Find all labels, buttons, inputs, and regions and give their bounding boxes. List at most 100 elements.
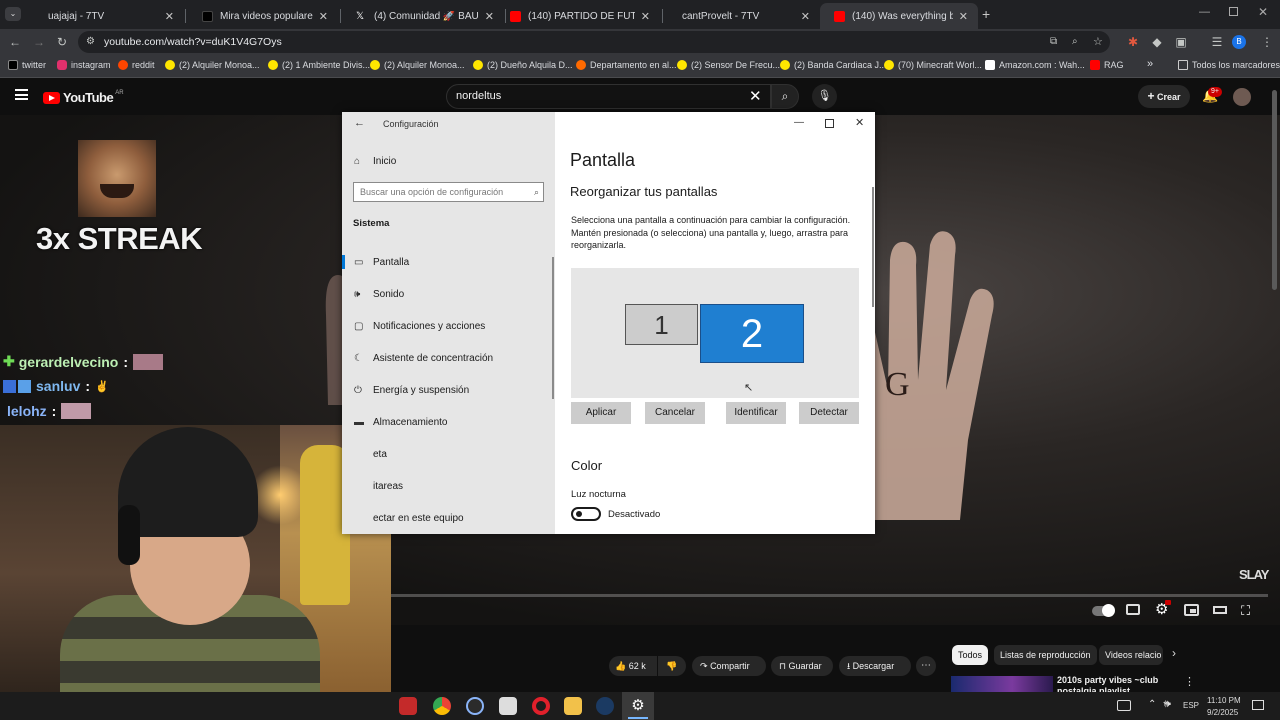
browser-tab-active[interactable]: (140) Was everything better in ✕ [820, 3, 978, 29]
chip-playlists[interactable]: Listas de reproducción [994, 645, 1097, 665]
nav-multitasking[interactable]: itareas [342, 472, 555, 500]
close-window-icon[interactable]: ✕ [855, 116, 864, 129]
close-tab-icon[interactable]: ✕ [641, 10, 650, 23]
download-button[interactable]: ⭳ Descargar [839, 656, 911, 676]
search-button[interactable]: ⌕ [771, 84, 799, 109]
notification-center-icon[interactable] [1252, 700, 1264, 710]
apply-button[interactable]: Aplicar [571, 402, 631, 424]
create-button[interactable]: + Crear [1138, 85, 1190, 108]
bookmark[interactable]: (2) 1 Ambiente Divis... [268, 60, 370, 70]
back-icon[interactable]: ← [6, 33, 24, 51]
close-tab-icon[interactable]: ✕ [165, 10, 174, 23]
cancel-button[interactable]: Cancelar [645, 402, 705, 424]
night-light-toggle[interactable] [571, 507, 601, 521]
nav-power[interactable]: ⏻ Energía y suspensión [342, 376, 555, 404]
file-explorer-icon[interactable] [564, 697, 582, 715]
bookmark[interactable]: reddit [118, 60, 155, 70]
language-indicator[interactable]: ESP [1183, 701, 1199, 710]
bookmark[interactable]: (2) Alquiler Monoa... [165, 60, 260, 70]
sidebar-scrollbar[interactable] [552, 257, 554, 399]
progress-bar[interactable] [391, 594, 1268, 597]
minimize-icon[interactable]: — [794, 117, 804, 128]
steam-icon[interactable] [596, 697, 614, 715]
detect-button[interactable]: Detectar [799, 402, 859, 424]
tab-search-button[interactable]: ⌄ [5, 7, 21, 21]
dislike-button[interactable]: 👎 [658, 656, 686, 676]
clock-time[interactable]: 11:10 PM [1207, 696, 1241, 705]
nav-display[interactable]: ▭ Pantalla [342, 248, 555, 276]
forward-icon[interactable]: → [30, 33, 48, 51]
media-control-icon[interactable]: ☰ [1208, 33, 1226, 51]
restore-icon[interactable] [1229, 7, 1238, 16]
bookmark[interactable]: Departamento en al... [576, 60, 677, 70]
fullscreen-icon[interactable]: ⛶ [1241, 603, 1250, 619]
chip-all[interactable]: Todos [952, 645, 989, 665]
nav-sound[interactable]: 🕪 Sonido [342, 280, 555, 308]
profile-avatar[interactable]: B [1232, 35, 1246, 49]
all-bookmarks[interactable]: Todos los marcadores [1178, 60, 1280, 70]
miniplayer-icon[interactable] [1184, 604, 1199, 616]
browser-tab[interactable]: cantProvelt - 7TV ✕ [668, 3, 820, 29]
settings-taskbar-icon[interactable]: ⚙ [622, 692, 654, 720]
nav-notifications[interactable]: ▢ Notificaciones y acciones [342, 312, 555, 340]
more-actions-button[interactable]: ⋯ [916, 656, 936, 676]
nav-tablet[interactable]: eta [342, 440, 555, 468]
close-tab-icon[interactable]: ✕ [801, 10, 810, 23]
zoom-icon[interactable]: ⌕ [1072, 31, 1078, 53]
nav-storage[interactable]: ▬ Almacenamiento [342, 408, 555, 436]
menu-icon[interactable] [15, 89, 28, 100]
bookmark[interactable]: Amazon.com : Wah... [985, 60, 1085, 70]
content-scrollbar[interactable] [872, 187, 874, 307]
monitor-2[interactable]: 2 [700, 304, 804, 363]
settings-search-input[interactable]: Buscar una opción de configuración ⌕ [353, 182, 544, 202]
bookmark[interactable]: (70) Minecraft Worl... [884, 60, 982, 70]
bookmark[interactable]: RAG [1090, 60, 1124, 70]
install-icon[interactable]: ⧉ [1050, 31, 1057, 53]
voice-search-icon[interactable]: 🎙 [812, 84, 837, 109]
chip-related[interactable]: Videos relacio [1099, 645, 1163, 665]
browser-tab[interactable]: Mira videos populares seleccio ✕ [188, 3, 338, 29]
reload-icon[interactable]: ↻ [53, 33, 71, 51]
clear-search-icon[interactable]: ✕ [749, 85, 762, 108]
autoplay-toggle[interactable] [1092, 604, 1115, 617]
nav-home[interactable]: ⌂ Inicio [342, 147, 555, 175]
clock-date[interactable]: 9/2/2025 [1207, 708, 1238, 717]
bookmark[interactable]: (2) Sensor De Frecu... [677, 60, 780, 70]
bookmark-star-icon[interactable]: ☆ [1093, 31, 1103, 53]
tray-app-icon[interactable] [1117, 700, 1131, 711]
bookmark[interactable]: (2) Alquiler Monoa... [370, 60, 465, 70]
opera-icon[interactable] [532, 697, 550, 715]
bookmark[interactable]: (2) Banda Cardiaca J... [780, 60, 887, 70]
bookmarks-overflow[interactable]: » [1147, 58, 1153, 70]
more-options-icon[interactable]: ⋮ [1184, 675, 1195, 688]
nav-projecting[interactable]: ectar en este equipo [342, 504, 555, 532]
recommended-title[interactable]: 2010s party vibes ~club nostalgia playli… [1057, 675, 1177, 692]
bookmark[interactable]: instagram [57, 60, 111, 70]
bookmark[interactable]: twitter [8, 60, 46, 70]
monitor-1[interactable]: 1 [625, 304, 698, 345]
display-arrangement-area[interactable]: 1 2 ↖ [571, 268, 859, 398]
minimize-icon[interactable]: — [1199, 6, 1210, 18]
recommended-thumbnail[interactable] [951, 676, 1053, 692]
search-input[interactable]: nordeltus ✕ [446, 84, 771, 109]
share-button[interactable]: ↷ Compartir [692, 656, 766, 676]
extensions-puzzle-icon[interactable]: ▣ [1172, 33, 1190, 51]
app-icon[interactable] [399, 697, 417, 715]
maximize-icon[interactable] [825, 119, 834, 128]
app-icon[interactable] [466, 697, 484, 715]
identify-button[interactable]: Identificar [726, 402, 786, 424]
avatar[interactable] [1233, 88, 1251, 106]
like-button[interactable]: 👍 62 k [609, 656, 657, 676]
extension-icon[interactable]: ◆ [1148, 33, 1166, 51]
close-tab-icon[interactable]: ✕ [959, 10, 968, 23]
browser-tab[interactable]: uajajaj - 7TV ✕ [34, 3, 184, 29]
chrome-icon[interactable] [433, 697, 451, 715]
bookmark[interactable]: (2) Dueño Alquila D... [473, 60, 573, 70]
nav-focus-assist[interactable]: ☾ Asistente de concentración [342, 344, 555, 372]
theater-mode-icon[interactable] [1213, 606, 1227, 614]
close-tab-icon[interactable]: ✕ [485, 10, 494, 23]
subtitles-icon[interactable] [1126, 604, 1140, 615]
browser-tab[interactable]: (140) PARTIDO DE FUTBOL CON ✕ [496, 3, 660, 29]
youtube-logo[interactable]: YouTube AR [43, 90, 124, 105]
close-window-icon[interactable]: ✕ [1258, 5, 1268, 19]
